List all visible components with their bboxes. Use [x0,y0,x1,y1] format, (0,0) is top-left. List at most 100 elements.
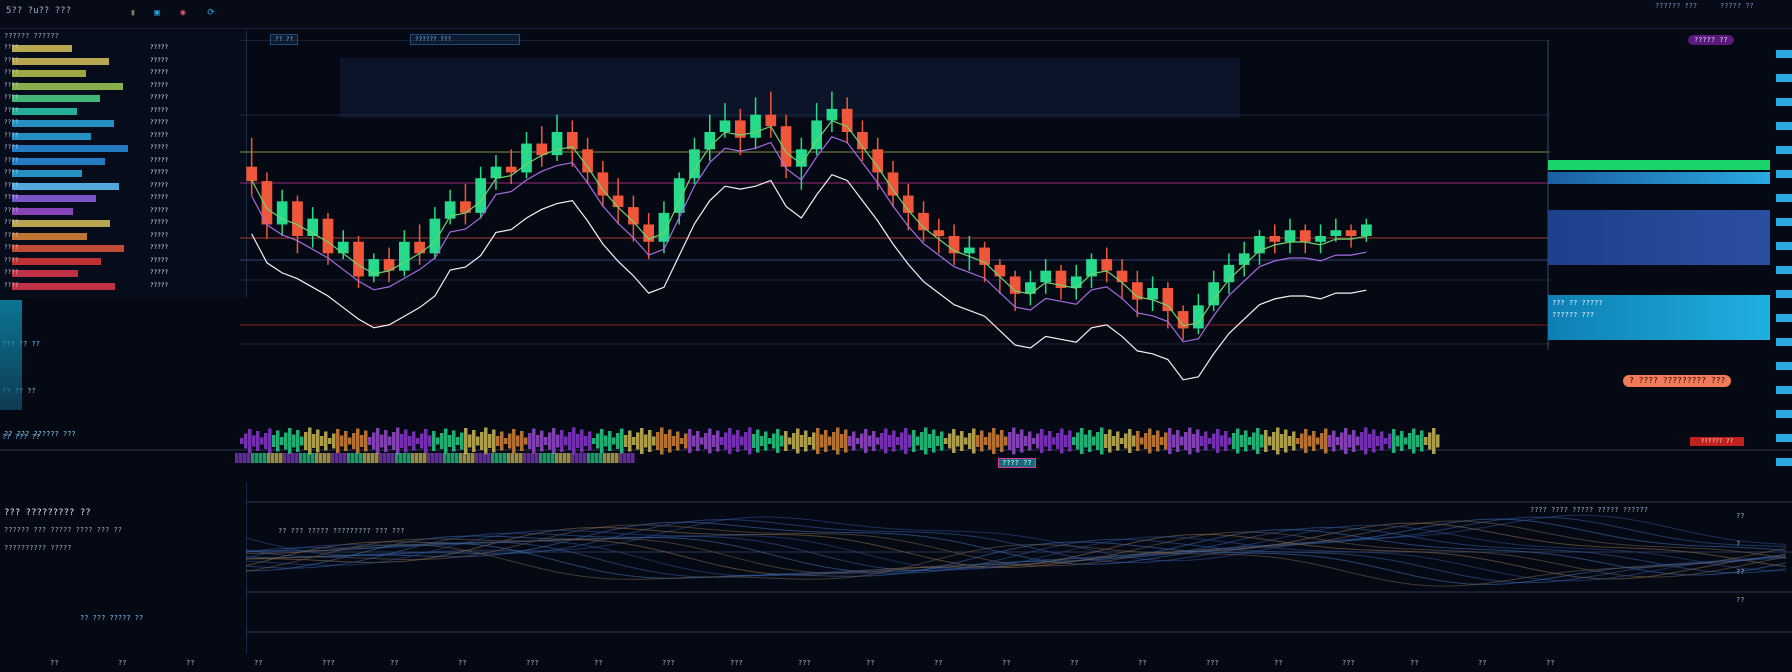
volume-bar [840,434,844,448]
volume-bar [600,429,604,453]
candle-body [872,149,884,173]
order-row[interactable]: ???? [4,282,18,290]
volume-bar-lower [235,453,239,463]
order-row[interactable]: ???? [4,194,18,202]
time-axis-label: ?? [390,659,399,667]
volume-bar [552,428,556,454]
top-right-label-1: ?????? ??? [1655,2,1698,10]
order-row[interactable]: ???? [4,169,18,177]
volume-histogram [0,427,1792,463]
order-row[interactable]: ???? [4,107,18,115]
volume-bar [1228,437,1232,445]
volume-bar [760,436,764,446]
volume-bar-lower [455,453,459,463]
volume-chip[interactable]: ???? ?? [998,458,1036,468]
order-row-price: ????? [150,156,169,164]
volume-bar-lower [627,453,631,463]
volume-bar [1352,430,1356,452]
volume-bar-lower [435,453,439,463]
candle-body [612,195,624,208]
order-row-price: ????? [150,56,169,64]
blue-block [1548,210,1770,265]
volume-bar [892,430,896,452]
candle-body [1315,236,1326,242]
volume-bar [1188,427,1192,455]
time-axis-label: ?? [1138,659,1147,667]
indicator-wave [246,538,1787,584]
indicator-wave [246,518,1787,565]
volume-bar-lower [467,453,471,463]
volume-bar [1304,429,1308,453]
volume-bar [348,437,352,445]
alert-icon[interactable]: ◉ [176,6,190,20]
volume-bar [1364,427,1368,455]
order-row-price: ????? [150,81,169,89]
volume-bar [296,430,300,452]
volume-bar-lower [431,453,435,463]
volume-bar [304,432,308,450]
layout-icon[interactable]: ▣ [150,6,164,20]
order-depth-bar [12,82,123,90]
volume-bar-lower [603,453,607,463]
volume-bar-lower [415,453,419,463]
order-row[interactable]: ???? [4,94,18,102]
order-row[interactable]: ???? [4,82,18,90]
order-row[interactable]: ???? [4,119,18,127]
order-depth-bar [12,70,86,77]
order-row[interactable]: ???? [4,69,18,77]
volume-bar-lower [411,453,415,463]
volume-bar-lower [315,453,319,463]
order-row[interactable]: ???? [4,157,18,165]
volume-bar [912,430,916,452]
time-axis-label: ?? [458,659,467,667]
order-row[interactable]: ???? [4,269,18,277]
volume-bar-lower [503,453,507,463]
volume-bar [1184,432,1188,450]
order-row-label: ???? [4,169,19,176]
order-row[interactable]: ???? [4,132,18,140]
volume-bar [1204,431,1208,451]
order-row[interactable]: ???? [4,207,18,215]
volume-bar [300,436,304,446]
settings-icon[interactable]: ▮ [126,6,140,20]
volume-bar [832,432,836,450]
price-chart[interactable] [240,40,1550,400]
order-row[interactable]: ???? [4,144,18,152]
candle-body [582,149,593,173]
order-row[interactable]: ???? [4,244,18,252]
volume-bar [352,433,356,449]
volume-bar-lower [459,453,463,463]
volume-bar [248,429,252,453]
volume-bar [256,431,260,451]
order-row[interactable]: ???? [4,44,18,52]
indicator-legend: ??? ????????? ?? ?????? ??? ????? ???? ?… [0,482,247,654]
volume-bar [1024,436,1028,446]
volume-bar-lower [531,453,535,463]
refresh-icon[interactable]: ⟳ [204,6,218,20]
volume-bar [732,434,736,448]
order-row[interactable]: ???? [4,57,18,65]
candle-body [673,178,685,213]
volume-bar-lower [331,453,335,463]
order-row[interactable]: ???? [4,182,18,190]
volume-bar-lower [355,453,359,463]
volume-bar [856,438,860,444]
volume-bar [360,435,364,447]
volume-bar [584,436,588,446]
order-row[interactable]: ???? [4,232,18,240]
indicator-row-1: ?????????? ????? [4,544,72,552]
order-row[interactable]: ???? [4,219,18,227]
candle-body [1208,282,1220,306]
volume-bar [332,433,336,449]
price-pill[interactable]: ? ???? ????????? ??? [1623,375,1732,387]
volume-bar-lower [591,453,595,463]
order-row[interactable]: ???? [4,257,18,265]
candle-body [826,108,838,121]
volume-bar-lower [631,453,635,463]
volume-bar [1104,434,1108,448]
top-right-tag: ????? ?? [1688,35,1734,45]
volume-bar [1180,436,1184,446]
order-row-price: ????? [150,231,169,239]
volume-bar [1060,428,1064,454]
volume-bar [1084,434,1088,448]
